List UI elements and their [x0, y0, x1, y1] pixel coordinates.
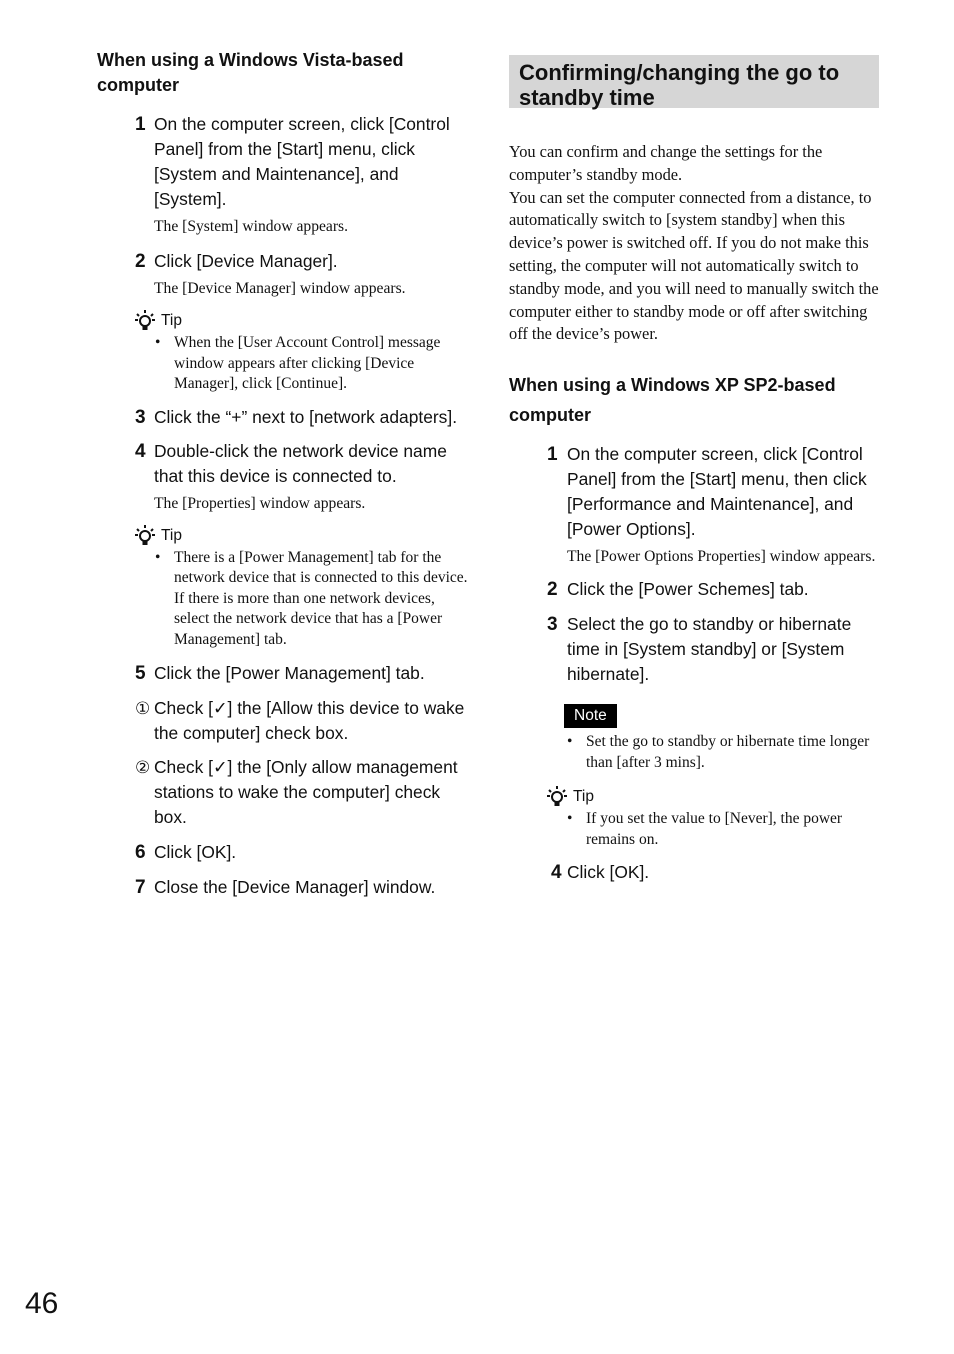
tip-block: Tip • If you set the value to [Never], t…	[509, 785, 879, 850]
step-text: On the computer screen, click [Control P…	[154, 114, 450, 209]
step-number: 6	[135, 842, 146, 863]
substep-text: Check [✓] the [Allow this device to wake…	[154, 698, 465, 743]
circled-number: ①	[135, 699, 151, 718]
right-column: Confirming/changing the go to standby ti…	[509, 55, 879, 885]
tip-label: Tip	[161, 526, 182, 544]
tip-bullet: • There is a [Power Management] tab for …	[155, 548, 468, 648]
page-number: 46	[25, 1287, 59, 1320]
tip-bullet: • When the [User Account Control] messag…	[155, 334, 441, 392]
step-text: Click the [Power Management] tab.	[154, 663, 425, 683]
step-number: 1	[135, 114, 146, 135]
intro-paragraph: You can set the computer connected from …	[509, 187, 879, 344]
step-result: The [Power Options Properties] window ap…	[567, 548, 876, 566]
tip-block: Tip • There is a [Power Management] tab …	[97, 524, 472, 651]
step-number: 1	[547, 444, 558, 466]
step-text: Close the [Device Manager] window.	[154, 877, 436, 897]
substep-text: Check [✓] the [Only allow management sta…	[154, 757, 458, 827]
step-4: 4 Double-click the network device name t…	[97, 439, 472, 489]
note-bullet: • Set the go to standby or hibernate tim…	[567, 733, 870, 771]
step-7: 7 Close the [Device Manager] window.	[97, 875, 472, 900]
vista-heading: When using a Windows Vista-based compute…	[97, 50, 404, 95]
step-text: Select the go to standby or hibernate ti…	[567, 614, 852, 685]
note-block: Note • Set the go to standby or hibernat…	[509, 704, 879, 773]
note-badge: Note	[564, 704, 617, 729]
left-column: When using a Windows Vista-based compute…	[97, 48, 472, 900]
xp-heading: When using a Windows XP SP2-based comput…	[509, 375, 836, 426]
intro-paragraph: You can confirm and change the settings …	[509, 142, 823, 184]
step-text: Double-click the network device name tha…	[154, 440, 447, 486]
tip-bullet: • If you set the value to [Never], the p…	[567, 810, 843, 848]
tip-label: Tip	[161, 312, 182, 329]
step-result: The [Properties] window appears.	[154, 494, 366, 512]
step-text: Click [OK].	[154, 842, 237, 862]
step-3: 3 Click the “+” next to [network adapter…	[97, 405, 472, 430]
step-text: Click the “+” next to [network adapters]…	[154, 406, 458, 427]
tip-label: Tip	[573, 788, 594, 806]
step-number: 2	[547, 579, 558, 601]
step-text: Click [OK].	[567, 862, 650, 883]
section-title: Confirming/changing the go to standby ti…	[509, 55, 879, 110]
tip-block: Tip • When the [User Account Control] me…	[97, 309, 472, 395]
step-result: The [Device Manager] window appears.	[154, 280, 406, 297]
step-number: 4	[135, 440, 146, 462]
circled-number: ②	[135, 758, 151, 777]
step-1: 1 On the computer screen, click [Control…	[509, 442, 879, 542]
substep-1: ① Check [✓] the [Allow this device to wa…	[97, 696, 472, 746]
step-text: Click [Device Manager].	[154, 251, 338, 271]
step-5: 5 Click the [Power Management] tab.	[97, 661, 472, 686]
lightbulb-icon	[135, 310, 155, 330]
step-text: On the computer screen, click [Control P…	[567, 444, 867, 540]
step-result: The [System] window appears.	[154, 218, 349, 235]
substep-2: ② Check [✓] the [Only allow management s…	[97, 755, 472, 830]
step-number: 3	[135, 406, 146, 428]
step-4: 4 Click [OK].	[509, 860, 879, 885]
step-number: 3	[547, 614, 558, 636]
lightbulb-icon	[547, 786, 567, 807]
step-number: 2	[135, 251, 146, 272]
step-1: 1 On the computer screen, click [Control…	[97, 112, 472, 212]
lightbulb-icon	[135, 524, 155, 545]
step-text: Click the [Power Schemes] tab.	[567, 579, 809, 600]
step-2: 2 Click the [Power Schemes] tab.	[509, 577, 879, 602]
step-6: 6 Click [OK].	[97, 840, 472, 865]
step-number: 4	[551, 862, 562, 884]
step-2: 2 Click [Device Manager].	[97, 249, 472, 274]
step-number: 7	[135, 877, 146, 898]
step-number: 5	[135, 663, 146, 684]
step-3: 3 Select the go to standby or hibernate …	[509, 612, 879, 687]
